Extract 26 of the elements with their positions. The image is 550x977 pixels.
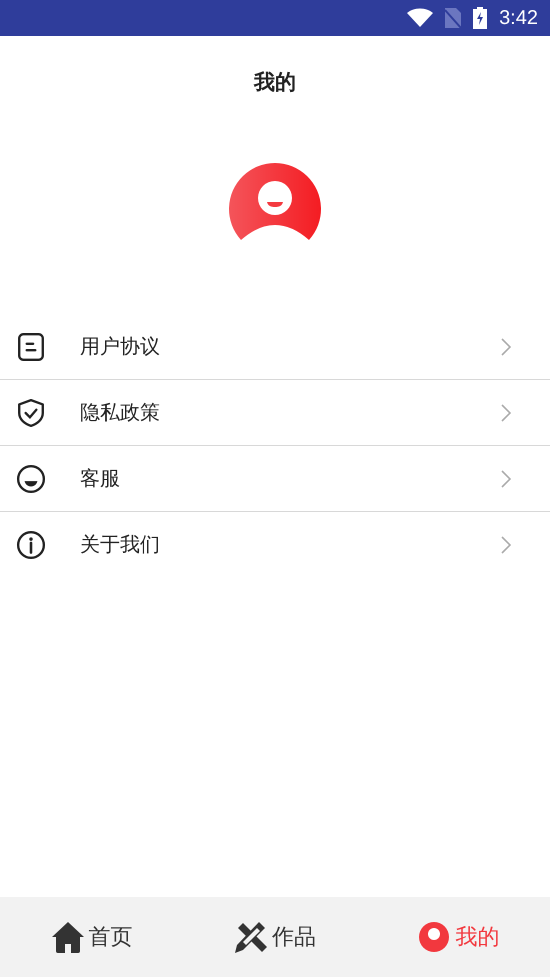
document-icon — [16, 332, 46, 362]
pencil-ruler-icon — [234, 920, 268, 954]
battery-icon — [473, 7, 488, 29]
menu-label: 用户协议 — [80, 333, 161, 360]
menu-label: 关于我们 — [80, 531, 161, 558]
chevron-right-icon — [500, 468, 512, 488]
menu-item[interactable]: 客服 — [0, 446, 550, 512]
menu-item[interactable]: 隐私政策 — [0, 380, 550, 446]
wifi-icon — [407, 8, 434, 28]
chevron-right-icon — [500, 336, 512, 356]
chevron-right-icon — [500, 534, 512, 554]
page-title: 我的 — [252, 69, 297, 96]
home-icon — [50, 920, 85, 954]
nav-tab[interactable]: 首页 — [0, 920, 184, 954]
no-sim-icon — [445, 8, 462, 28]
menu-label: 客服 — [80, 465, 121, 492]
menu-item[interactable]: 用户协议 — [0, 314, 550, 380]
menu-label: 隐私政策 — [80, 399, 161, 426]
status-time: 3:42 — [499, 6, 538, 30]
nav-tab[interactable]: 作品 — [183, 920, 367, 954]
chevron-right-icon — [500, 402, 512, 422]
profile-icon — [417, 920, 452, 954]
shield-check-icon — [16, 398, 46, 428]
menu-item[interactable]: 关于我们 — [0, 512, 550, 577]
info-icon — [16, 530, 46, 560]
smiley-icon — [16, 464, 46, 494]
